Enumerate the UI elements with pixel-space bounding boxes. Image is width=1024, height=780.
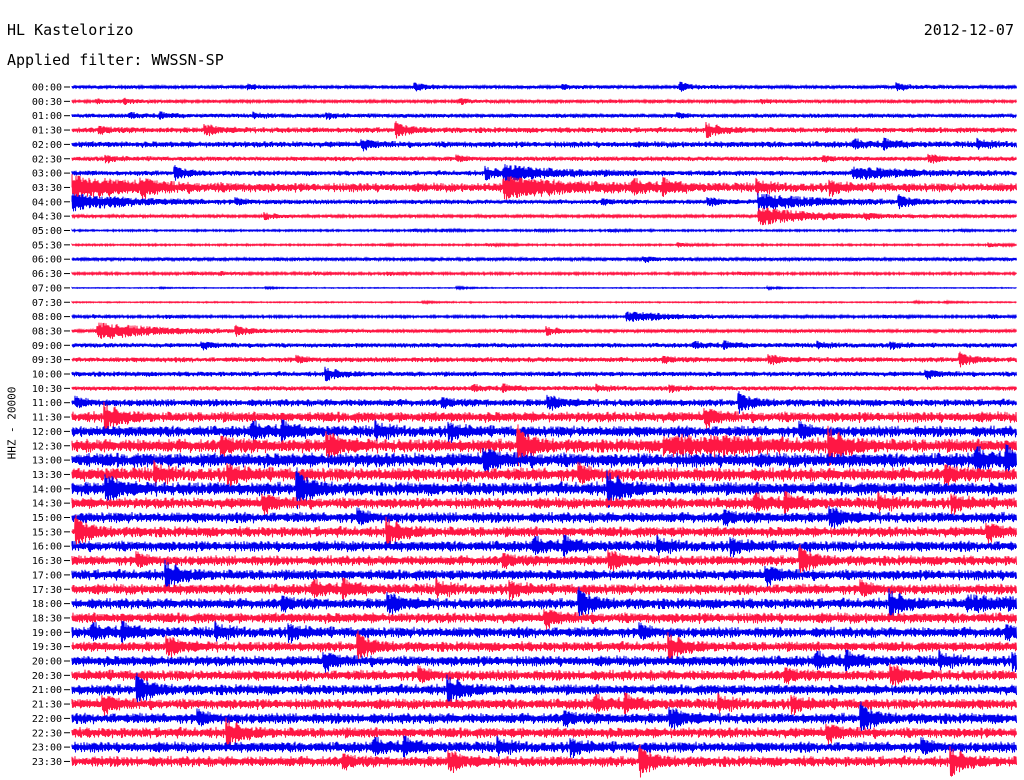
time-tick-label: 06:00: [32, 255, 62, 266]
time-tick-label: 03:00: [32, 169, 62, 180]
time-tick-label: 01:00: [32, 111, 62, 122]
time-tick-label: 12:00: [32, 427, 62, 438]
trace-1500: [71, 506, 1017, 530]
time-tick-label: 15:00: [32, 513, 62, 524]
time-tick-label: 03:30: [32, 183, 62, 194]
time-tick-label: 00:00: [32, 83, 62, 94]
time-tick-label: 02:00: [32, 140, 62, 151]
time-tick-label: 20:30: [32, 671, 62, 682]
time-tick-label: 14:00: [32, 484, 62, 495]
trace-0730: [71, 299, 1017, 306]
trace-0430: [71, 207, 1017, 226]
time-tick-label: 21:30: [32, 700, 62, 711]
trace-2130: [71, 692, 1017, 717]
trace-0200: [71, 137, 1017, 152]
trace-0600: [71, 255, 1017, 264]
trace-0000: [71, 81, 1017, 92]
time-tick-label: 06:30: [32, 269, 62, 280]
trace-0930: [71, 351, 1017, 368]
trace-1100: [71, 391, 1017, 414]
time-tick-label: 17:30: [32, 585, 62, 596]
trace-0830: [71, 322, 1017, 339]
time-tick-label: 07:30: [32, 298, 62, 309]
time-tick-label: 04:30: [32, 212, 62, 223]
trace-0500: [71, 227, 1017, 234]
trace-0100: [71, 111, 1017, 120]
trace-2030: [71, 663, 1017, 687]
time-tick-label: 05:30: [32, 240, 62, 251]
time-tick-label: 15:30: [32, 527, 62, 538]
time-tick-label: 02:30: [32, 154, 62, 165]
trace-1730: [71, 577, 1017, 601]
time-tick-label: 09:00: [32, 341, 62, 352]
time-tick-label: 05:00: [32, 226, 62, 237]
time-tick-label: 23:00: [32, 743, 62, 754]
time-tick-label: 12:30: [32, 441, 62, 452]
time-tick-label: 16:30: [32, 556, 62, 567]
trace-2300: [71, 735, 1017, 759]
time-tick-label: 17:00: [32, 570, 62, 581]
trace-1600: [71, 534, 1017, 558]
trace-0300: [71, 164, 1017, 183]
trace-1200: [71, 419, 1017, 444]
time-tick-label: 19:30: [32, 642, 62, 653]
time-tick-label: 10:30: [32, 384, 62, 395]
time-tick-label: 01:30: [32, 126, 62, 137]
trace-0900: [71, 340, 1017, 351]
trace-1000: [71, 366, 1017, 382]
time-tick-label: 16:00: [32, 542, 62, 553]
trace-1830: [71, 609, 1017, 630]
time-tick-label: 08:00: [32, 312, 62, 323]
trace-0030: [71, 97, 1017, 106]
trace-0230: [71, 153, 1017, 164]
time-tick-label: 18:00: [32, 599, 62, 610]
time-tick-label: 22:30: [32, 728, 62, 739]
time-tick-label: 00:30: [32, 97, 62, 108]
time-tick-label: 13:00: [32, 456, 62, 467]
time-tick-label: 11:00: [32, 398, 62, 409]
time-tick-label: 20:00: [32, 657, 62, 668]
trace-1030: [71, 383, 1017, 394]
time-tick-label: 11:30: [32, 413, 62, 424]
time-tick-label: 23:30: [32, 757, 62, 768]
trace-2000: [71, 649, 1017, 673]
time-tick-label: 10:00: [32, 370, 62, 381]
time-tick-label: 04:00: [32, 197, 62, 208]
time-tick-label: 22:00: [32, 714, 62, 725]
time-tick-label: 08:30: [32, 326, 62, 337]
time-tick-label: 14:30: [32, 499, 62, 510]
time-tick-label: 09:30: [32, 355, 62, 366]
trace-0700: [71, 284, 1017, 292]
trace-0130: [71, 121, 1017, 139]
trace-0630: [71, 270, 1017, 277]
trace-0800: [71, 311, 1017, 322]
trace-0530: [71, 241, 1017, 248]
trace-0400: [71, 192, 1017, 212]
time-tick-label: 07:00: [32, 283, 62, 294]
time-tick-label: 13:30: [32, 470, 62, 481]
time-tick-label: 18:30: [32, 613, 62, 624]
trace-1430: [71, 490, 1017, 516]
time-tick-label: 21:00: [32, 685, 62, 696]
time-tick-label: 19:00: [32, 628, 62, 639]
seismogram-plot: 00:00 00:30 01:00 01:30 02:00 02:30 03:00 03:30…: [32, 81, 1017, 778]
